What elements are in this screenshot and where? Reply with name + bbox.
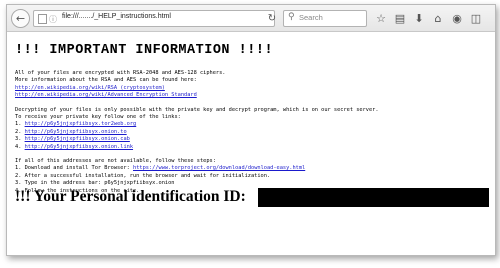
step-text: 1. Download and install Tor Browser: [15,165,130,172]
info-line: More information about the RSA and AES c… [15,77,197,84]
step-text: 2. After a successful installation, run … [15,172,271,179]
info-line: If all of this addresses are not availab… [15,158,216,165]
list-number: 2. [15,128,22,135]
encryption-info: All of your files are encrypted with RSA… [15,70,487,100]
onion-link-2[interactable]: http://p6y5jnjxpfiibsyx.onion.to [25,129,127,135]
url-text: file:///......./_HELP_instructions.html [62,13,171,20]
page-icon [38,14,47,24]
aes-link[interactable]: http://en.wikipedia.org/wiki/Advanced_En… [15,92,197,98]
clipboard-icon[interactable]: ▤ [392,10,408,27]
onion-link-3[interactable]: http://p6y5jnjxpfiibsyx.onion.cab [25,136,130,142]
personal-id-redacted [258,188,489,207]
page-heading: !!! IMPORTANT INFORMATION !!!! [15,43,274,58]
list-number: 1. [15,121,22,128]
tor-download-link[interactable]: https://www.torproject.org/download/down… [133,165,305,171]
reload-button[interactable]: ↻ [265,10,279,27]
home-icon[interactable]: ⌂ [430,10,446,27]
star-icon[interactable]: ☆ [373,10,389,27]
personal-id-label: !!! Your Personal identification ID: [15,188,246,205]
pocket-icon[interactable]: ◫ [468,10,484,27]
search-icon: ⚲ [288,12,295,22]
onion-link-4[interactable]: http://p6y5jnjxpfiibsyx.onion.link [25,144,133,150]
search-placeholder: Search [299,13,323,22]
rsa-link[interactable]: http://en.wikipedia.org/wiki/RSA_(crypto… [15,85,165,91]
page-content: !!! IMPORTANT INFORMATION !!!! All of yo… [7,33,495,255]
browser-window: ← ⓘ file:///......./_HELP_instructions.h… [6,4,496,256]
info-icon: ⓘ [49,15,57,24]
list-number: 4. [15,143,22,150]
address-bar[interactable]: ⓘ file:///......./_HELP_instructions.htm… [33,10,275,27]
onion-link-1[interactable]: http://p6y5jnjxpfiibsyx.tor2web.org [25,121,137,127]
decrypt-info: Decrypting of your files is only possibl… [15,107,487,151]
back-button[interactable]: ← [11,9,30,28]
browser-toolbar: ← ⓘ file:///......./_HELP_instructions.h… [7,5,495,32]
search-bar[interactable]: ⚲ Search [283,10,367,27]
info-line: To receive your private key follow one o… [15,114,181,121]
chat-icon[interactable]: ◉ [449,10,465,27]
list-number: 3. [15,136,22,143]
download-icon[interactable]: ⬇ [411,10,427,27]
info-line: Decrypting of your files is only possibl… [15,106,379,113]
info-line: All of your files are encrypted with RSA… [15,70,226,76]
